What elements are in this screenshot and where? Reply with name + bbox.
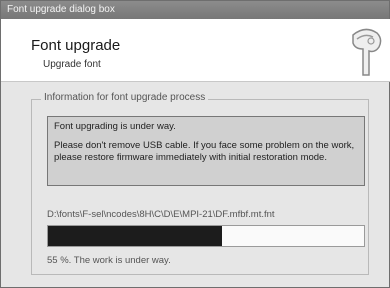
font-wizard-icon [352, 28, 382, 76]
dialog-header: Font upgrade Upgrade font [1, 19, 390, 82]
status-message: Font upgrading is under way. [54, 121, 176, 132]
progress-status-text: 55 %. The work is under way. [47, 255, 171, 266]
dialog-subtitle: Upgrade font [43, 59, 101, 70]
progress-bar [47, 225, 365, 247]
warning-message: Please don't remove USB cable. If you fa… [54, 140, 355, 163]
info-message-box: Font upgrading is under way. Please don'… [47, 116, 365, 186]
group-label: Information for font upgrade process [41, 92, 209, 103]
window-title: Font upgrade dialog box [7, 4, 115, 15]
dialog-title: Font upgrade [31, 37, 121, 54]
file-path-label: D:\fonts\F-sel\ncodes\8H\C\D\E\MPI-21\DF… [47, 209, 275, 220]
progress-fill [48, 226, 222, 246]
font-upgrade-dialog: Font upgrade dialog box Font upgrade Upg… [0, 0, 390, 288]
title-bar[interactable]: Font upgrade dialog box [1, 1, 389, 19]
